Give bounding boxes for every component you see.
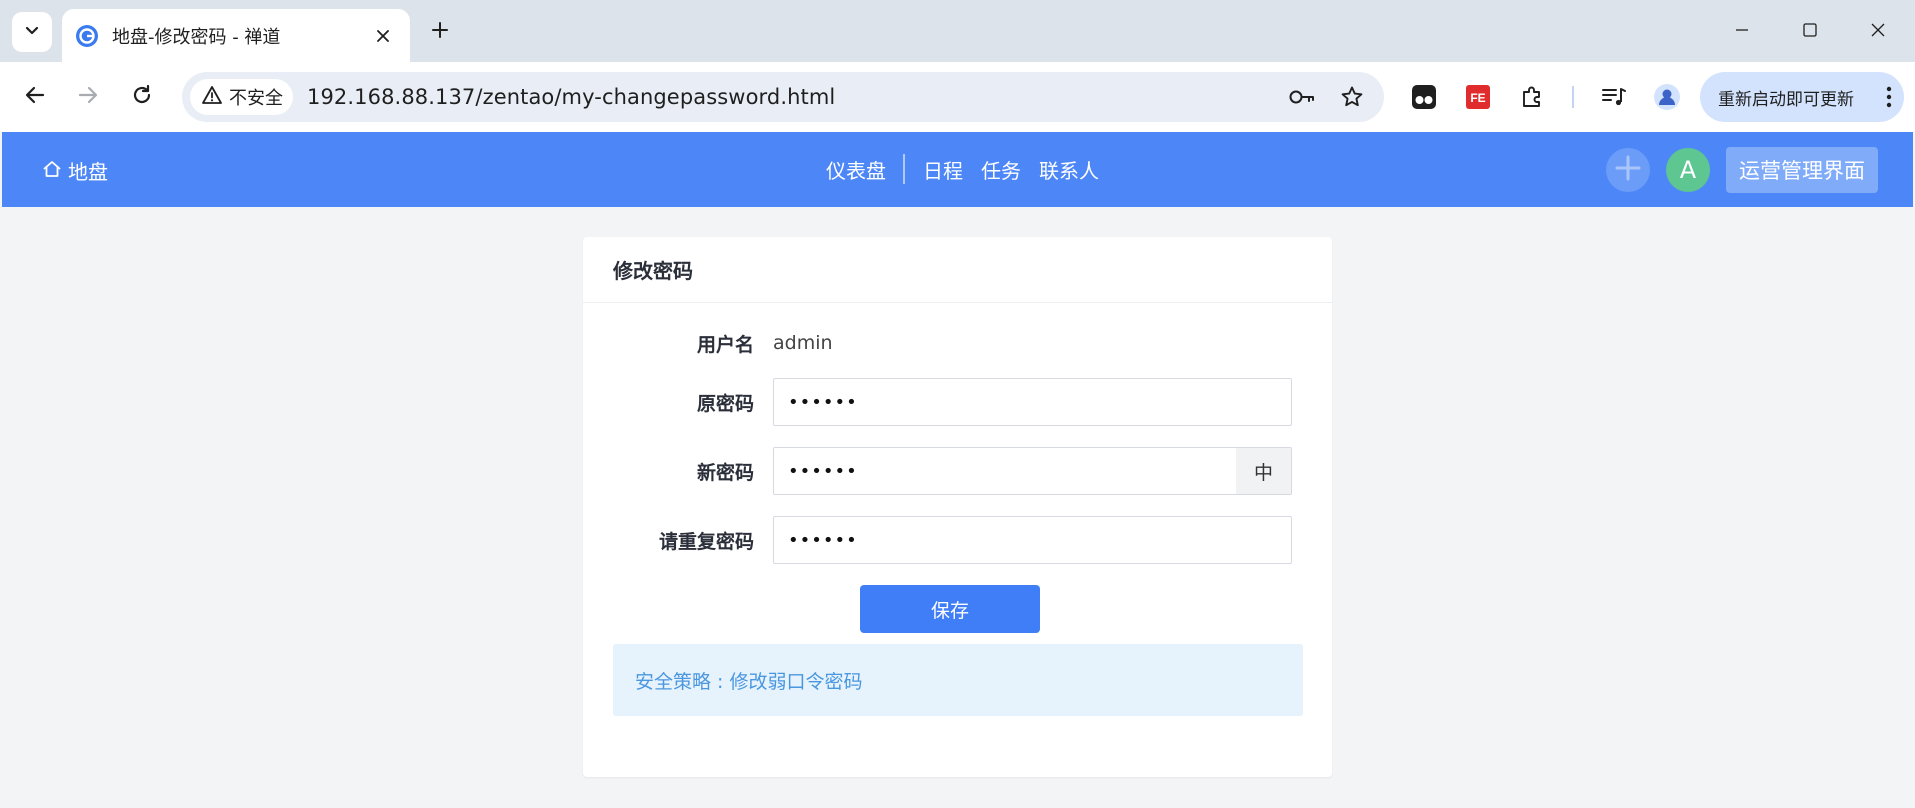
plus-icon [430, 20, 450, 44]
close-icon [1870, 22, 1886, 42]
url-text[interactable]: 192.168.88.137/zentao/my-changepassword.… [307, 85, 1284, 109]
home-link[interactable]: 地盘 [42, 156, 108, 185]
update-label: 重新启动即可更新 [1718, 89, 1854, 110]
app-header: 地盘 仪表盘 日程 任务 联系人 A 运营管理界面 [2, 132, 1913, 207]
old-password-input[interactable] [773, 378, 1292, 426]
user-avatar[interactable]: A [1666, 148, 1710, 192]
new-password-label: 新密码 [696, 461, 754, 484]
maximize-icon [1802, 22, 1818, 42]
maximize-button[interactable] [1790, 12, 1830, 52]
password-key-icon[interactable] [1284, 79, 1320, 115]
bookmark-star-icon[interactable] [1334, 79, 1370, 115]
username-row: 用户名 admin [583, 319, 1332, 367]
password-strength-indicator: 中 [1236, 447, 1292, 495]
tab-title: 地盘-修改密码 - 禅道 [112, 26, 281, 48]
card-header: 修改密码 [583, 237, 1332, 303]
warning-icon [202, 85, 222, 109]
chevron-down-icon [24, 22, 40, 42]
security-policy-text: 安全策略 : 修改弱口令密码 [635, 670, 863, 693]
old-password-label: 原密码 [696, 392, 754, 415]
browser-tab-strip: 地盘-修改密码 - 禅道 [0, 0, 1915, 62]
more-vertical-icon[interactable] [1874, 86, 1904, 108]
security-label: 不安全 [229, 88, 283, 109]
repeat-password-input[interactable] [773, 516, 1292, 564]
nav-item-tasks[interactable]: 任务 [972, 155, 1030, 184]
address-bar[interactable]: 不安全 192.168.88.137/zentao/my-changepassw… [182, 72, 1384, 122]
svg-text:FE: FE [1470, 91, 1485, 105]
back-button[interactable] [15, 77, 55, 117]
old-password-row: 原密码 [583, 378, 1332, 426]
page-title: 修改密码 [613, 259, 693, 283]
change-password-card: 修改密码 用户名 admin 原密码 新密码 中 请重复密码 保存 安全策略 :… [583, 237, 1332, 777]
browser-tab-active[interactable]: 地盘-修改密码 - 禅道 [62, 9, 410, 62]
home-label: 地盘 [68, 160, 108, 184]
arrow-right-icon [77, 84, 99, 110]
tab-search-button[interactable] [12, 12, 52, 52]
new-password-row: 新密码 中 [583, 447, 1332, 495]
username-label: 用户名 [696, 333, 754, 356]
fe-helper-extension-icon[interactable]: FE [1460, 79, 1496, 115]
arrow-left-icon [24, 84, 46, 110]
relaunch-update-button[interactable]: 重新启动即可更新 [1700, 72, 1904, 122]
toolbar-divider [1572, 86, 1574, 108]
nav-item-dashboard[interactable]: 仪表盘 [817, 155, 895, 184]
home-icon [42, 159, 62, 183]
username-value: admin [773, 332, 833, 354]
browser-toolbar: 不安全 192.168.88.137/zentao/my-changepassw… [0, 62, 1915, 132]
reload-icon [131, 84, 153, 110]
forward-button[interactable] [68, 77, 108, 117]
zentao-favicon-icon [74, 23, 100, 49]
minimize-button[interactable] [1722, 12, 1762, 52]
media-control-icon[interactable] [1596, 79, 1632, 115]
reload-button[interactable] [122, 77, 162, 117]
security-policy-notice: 安全策略 : 修改弱口令密码 [613, 644, 1303, 716]
new-tab-button[interactable] [424, 16, 456, 48]
plus-icon [1614, 154, 1642, 186]
profile-icon[interactable] [1649, 79, 1685, 115]
save-button[interactable]: 保存 [860, 585, 1040, 633]
repeat-password-row: 请重复密码 [583, 516, 1332, 564]
nav-item-contacts[interactable]: 联系人 [1030, 155, 1108, 184]
ops-management-button[interactable]: 运营管理界面 [1726, 147, 1878, 193]
repeat-password-label: 请重复密码 [658, 530, 754, 553]
security-indicator[interactable]: 不安全 [190, 79, 293, 115]
tampermonkey-extension-icon[interactable] [1406, 79, 1442, 115]
extensions-puzzle-icon[interactable] [1514, 79, 1550, 115]
create-button[interactable] [1606, 148, 1650, 192]
nav-item-calendar[interactable]: 日程 [914, 155, 972, 184]
nav-divider [903, 154, 905, 184]
close-window-button[interactable] [1858, 12, 1898, 52]
new-password-input[interactable] [773, 447, 1237, 495]
close-icon[interactable] [370, 23, 396, 49]
minimize-icon [1734, 22, 1750, 42]
main-nav: 仪表盘 日程 任务 联系人 [817, 154, 1108, 184]
